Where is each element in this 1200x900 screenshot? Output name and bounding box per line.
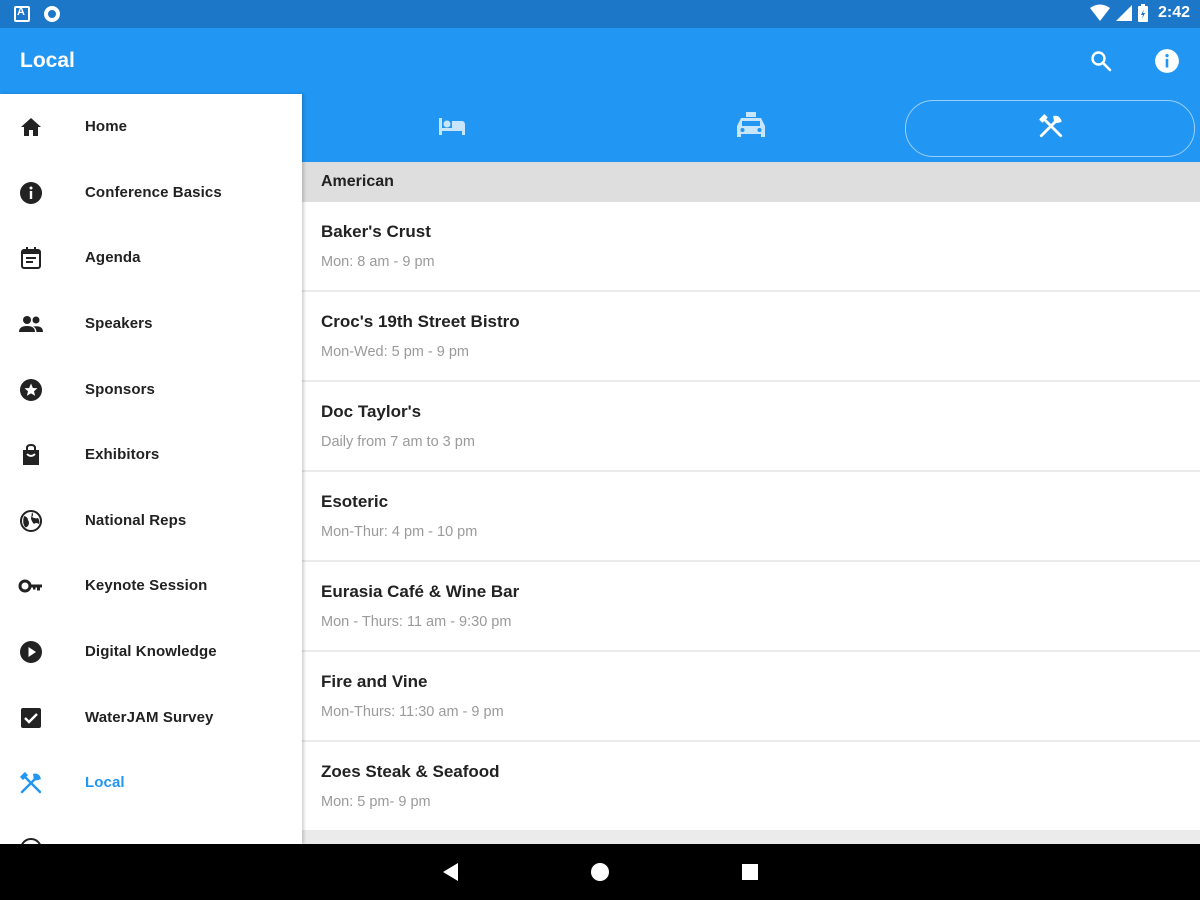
restaurant-icon <box>18 770 44 796</box>
list-item[interactable]: Fire and Vine Mon-Thurs: 11:30 am - 9 pm <box>302 652 1200 740</box>
selected-tab-indicator <box>905 100 1195 157</box>
list-item[interactable]: Baker's Crust Mon: 8 am - 9 pm <box>302 202 1200 290</box>
tab-transportation[interactable] <box>601 94 900 162</box>
nav-item-label: Local <box>85 773 125 791</box>
nav-item-home[interactable]: Home <box>0 94 302 158</box>
notification-a-icon <box>14 6 30 22</box>
signal-icon <box>1115 5 1132 21</box>
restaurant-hours: Mon-Thurs: 11:30 am - 9 pm <box>321 704 504 720</box>
star-icon <box>18 377 44 403</box>
wifi-icon <box>1089 4 1110 21</box>
info-icon[interactable] <box>1152 46 1182 76</box>
nav-item-label: Sponsors <box>85 380 155 398</box>
section-header: American <box>302 162 1200 202</box>
tab-hotels[interactable] <box>302 94 601 162</box>
restaurant-hours: Mon-Wed: 5 pm - 9 pm <box>321 344 470 360</box>
restaurant-name: Baker's Crust <box>321 222 431 241</box>
list-item[interactable]: Eurasia Café & Wine Bar Mon - Thurs: 11 … <box>302 562 1200 650</box>
restaurant-name: Eurasia Café & Wine Bar <box>321 582 520 601</box>
list-item[interactable]: Doc Taylor's Daily from 7 am to 3 pm <box>302 382 1200 470</box>
restaurant-name: Croc's 19th Street Bistro <box>321 312 520 331</box>
restaurant-hours: Mon: 8 am - 9 pm <box>321 254 435 270</box>
nav-item-digital-knowledge[interactable]: Digital Knowledge <box>0 619 302 683</box>
globe-icon <box>18 508 44 534</box>
recents-icon[interactable] <box>736 858 764 886</box>
nav-item-label: WaterJAM Survey <box>85 708 214 726</box>
key-icon <box>18 573 44 599</box>
taxi-icon <box>734 111 768 146</box>
battery-icon <box>1137 4 1148 22</box>
nav-item-label: Agenda <box>85 248 141 266</box>
nav-item-speakers[interactable]: Speakers <box>0 291 302 355</box>
restaurant-name: Zoes Steak & Seafood <box>321 762 500 781</box>
nav-item-local[interactable]: Local <box>0 750 302 814</box>
list-item[interactable]: Esoteric Mon-Thur: 4 pm - 10 pm <box>302 472 1200 560</box>
restaurant-hours: Mon: 5 pm- 9 pm <box>321 794 431 810</box>
list-item[interactable]: Croc's 19th Street Bistro Mon-Wed: 5 pm … <box>302 292 1200 380</box>
restaurant-name: Doc Taylor's <box>321 402 422 421</box>
nav-item-label: Digital Knowledge <box>85 642 217 660</box>
restaurant-hours: Daily from 7 am to 3 pm <box>321 434 475 450</box>
nav-item-label: Home <box>85 117 128 135</box>
back-icon[interactable] <box>437 858 465 886</box>
nav-item-label: Keynote Session <box>85 576 208 594</box>
play-icon <box>18 639 44 665</box>
system-navigation-bar <box>0 844 1200 900</box>
nav-item-exhibitors[interactable]: Exhibitors <box>0 422 302 486</box>
nav-item-national-reps[interactable]: National Reps <box>0 488 302 552</box>
app-bar-title: Local <box>20 49 75 72</box>
calendar-icon <box>18 245 44 271</box>
restaurant-name: Esoteric <box>321 492 389 511</box>
info-icon <box>18 180 44 206</box>
status-bar: 2:42 <box>0 0 1200 28</box>
nav-item-conference-basics[interactable]: Conference Basics <box>0 160 302 224</box>
list-item[interactable]: Zoes Steak & Seafood Mon: 5 pm- 9 pm <box>302 742 1200 830</box>
restaurant-list: American Baker's Crust Mon: 8 am - 9 pm … <box>302 162 1200 844</box>
checkbox-icon <box>18 705 44 731</box>
tab-restaurants[interactable] <box>901 94 1200 162</box>
restaurant-hours: Mon - Thurs: 11 am - 9:30 pm <box>321 614 512 630</box>
nav-item-agenda[interactable]: Agenda <box>0 225 302 289</box>
home-icon <box>18 114 44 140</box>
search-icon[interactable] <box>1086 46 1116 76</box>
nav-item-waterjam-survey[interactable]: WaterJAM Survey <box>0 685 302 749</box>
notification-circle-icon <box>44 6 60 22</box>
restaurant-name: Fire and Vine <box>321 672 428 691</box>
nav-item-sponsors[interactable]: Sponsors <box>0 357 302 421</box>
partial-icon <box>18 836 44 844</box>
people-icon <box>18 311 44 337</box>
nav-item-label: National Reps <box>85 511 187 529</box>
nav-item-keynote-session[interactable]: Keynote Session <box>0 553 302 617</box>
clock: 2:42 <box>1157 4 1190 21</box>
nav-item-label: Speakers <box>85 314 153 332</box>
hotel-icon <box>437 115 467 142</box>
category-tabs <box>302 94 1200 162</box>
home-button-icon[interactable] <box>586 858 614 886</box>
nav-item-label: Conference Basics <box>85 183 222 201</box>
bag-icon <box>18 442 44 468</box>
nav-item-partial[interactable] <box>0 816 302 844</box>
app-bar: Local <box>0 28 1200 94</box>
nav-item-label: Exhibitors <box>85 445 160 463</box>
navigation-drawer: Home Conference Basics Agenda Speakers S… <box>0 94 302 844</box>
restaurant-hours: Mon-Thur: 4 pm - 10 pm <box>321 524 478 540</box>
